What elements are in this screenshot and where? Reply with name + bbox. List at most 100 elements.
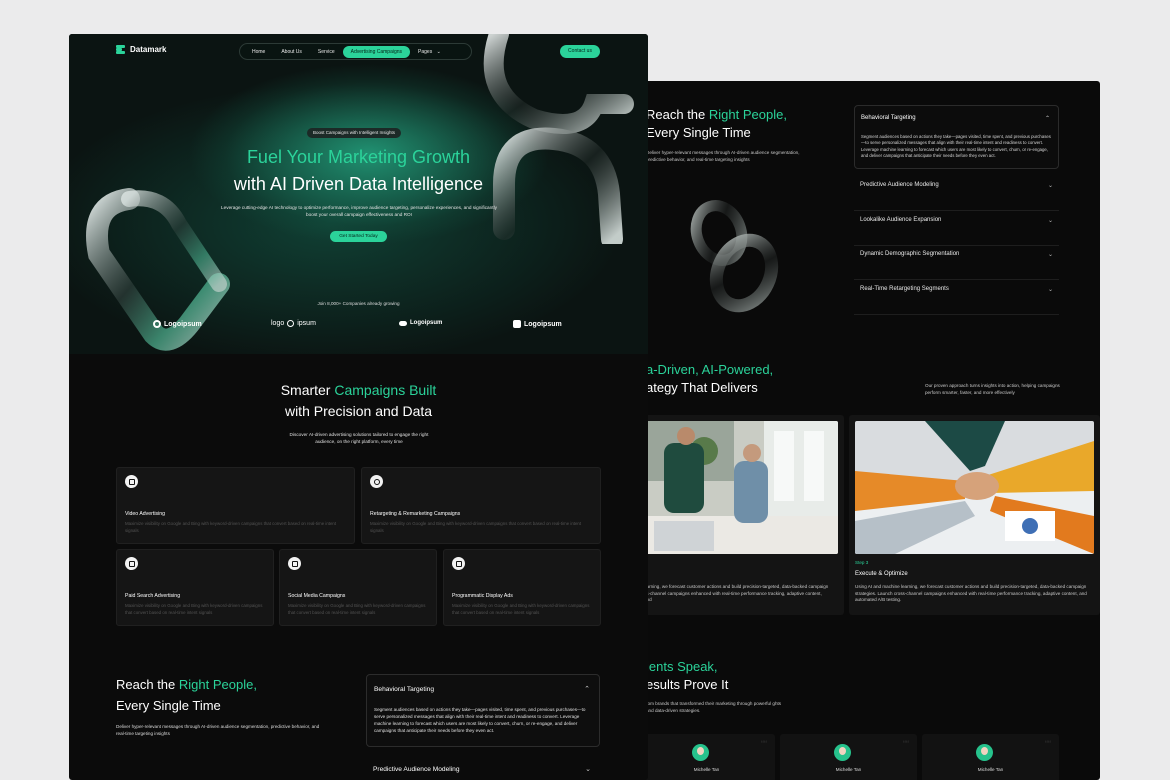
reviewer-name: Michelle Tan (693, 767, 720, 772)
avatar (834, 744, 851, 761)
quote-icon: ““ (1045, 739, 1051, 749)
service-card-programmatic[interactable]: Programmatic Display Ads Maximize visibi… (443, 549, 601, 626)
accordion-item[interactable]: Lookalike Audience Expansion ⌄ (854, 212, 1059, 246)
partner-logo: logo ipsum (271, 320, 316, 327)
chevron-up-icon: ⌃ (584, 686, 590, 693)
service-card-desc: Maximize visibility on Google and Bing w… (452, 603, 590, 615)
review-card: ““ Michelle Tan (780, 734, 917, 780)
logo-ipsum-icon (287, 320, 295, 327)
review-card: ““ Michelle Tan (922, 734, 1059, 780)
quote-icon: ““ (903, 739, 909, 749)
services-description: Discover AI-driven advertising solutions… (289, 432, 429, 444)
reach-title-line2: Every Single Time (646, 125, 751, 140)
partner-logo-text: ipsum (297, 320, 316, 327)
chevron-down-icon: ⌄ (1047, 252, 1053, 258)
partner-logo-text: Logoipsum (524, 320, 562, 328)
brand-logo[interactable]: Datamark (116, 45, 166, 54)
service-card-desc: Maximize visibility on Google and Bing w… (370, 521, 582, 533)
front-accordion-behavioral-targeting[interactable]: Behavioral Targeting ⌃ Segment audiences… (366, 674, 600, 747)
service-card-title: Programmatic Display Ads (452, 593, 513, 599)
datamark-logo-icon (116, 45, 125, 54)
services-title-white: Smarter (280, 382, 335, 398)
accordion-body: Segment audiences based on actions they … (861, 134, 1051, 158)
accordion-item[interactable]: Dynamic Demographic Segmentation ⌄ (854, 246, 1059, 280)
accordion-body: Segment audiences based on actions they … (374, 707, 586, 733)
accordion-title: Behavioral Targeting (861, 115, 916, 121)
video-icon (125, 475, 138, 488)
service-card-title: Video Advertising (125, 511, 165, 517)
reach-title-white: Reach the (646, 107, 709, 122)
accordion-item[interactable]: Predictive Audience Modeling ⌄ (854, 177, 1059, 211)
logoipsum-icon (153, 320, 161, 328)
service-card-title: Retargeting & Remarketing Campaigns (370, 511, 461, 517)
service-card-video[interactable]: Video Advertising Maximize visibility on… (116, 467, 355, 544)
accordion-item-label: Predictive Audience Modeling (860, 182, 939, 188)
main-page-preview: Datamark Home About Us Service Advertisi… (69, 34, 648, 780)
accordion-item-label: Real-Time Retargeting Segments (860, 286, 949, 292)
step-card: Step 3 Execute & Optimize Using AI and m… (849, 415, 1100, 615)
reach-title: Reach the Right People, (646, 106, 787, 124)
services-title: Smarter Campaigns Built (69, 380, 648, 400)
nav-pages[interactable]: Pages ⌄ (410, 46, 449, 58)
reviewer-name: Michelle Tan (835, 767, 862, 772)
glass-ring-graphic (690, 200, 779, 313)
display-icon (452, 557, 465, 570)
chevron-down-icon: ⌄ (585, 766, 591, 773)
accordion-behavioral-targeting[interactable]: Behavioral Targeting ⌃ Segment audiences… (854, 105, 1059, 169)
nav-advertising-campaigns[interactable]: Advertising Campaigns (342, 45, 411, 58)
partner-logo: Logoipsum (153, 320, 202, 328)
contact-us-button[interactable]: Contact us (560, 45, 600, 58)
avatar (692, 744, 709, 761)
chevron-up-icon: ⌃ (1044, 116, 1050, 122)
service-card-title: Social Media Campaigns (288, 593, 346, 599)
partner-logo: Logoipsum (513, 320, 562, 328)
brand-name: Datamark (130, 45, 167, 54)
join-text: Join 8,000+ Companies already growing (317, 301, 400, 306)
partner-logo-text: Logoipsum (410, 320, 443, 326)
main-nav: Home About Us Service Advertising Campai… (239, 43, 472, 60)
step-label: Step 3 (855, 560, 869, 565)
social-icon (288, 557, 301, 570)
logoipsum-icon (399, 320, 407, 326)
hero-section: Datamark Home About Us Service Advertisi… (69, 34, 648, 354)
service-card-title: Paid Search Advertising (125, 593, 181, 599)
hero-pill: Boost Campaigns with Intelligent Insight… (307, 128, 402, 138)
accordion-item-label: Predictive Audience Modeling (373, 766, 460, 773)
reach-description: Deliver hyper-relevant messages through … (646, 150, 800, 162)
partner-logo: Logoipsum (399, 320, 442, 326)
service-card-paid-search[interactable]: Paid Search Advertising Maximize visibil… (116, 549, 274, 626)
strategy-title-accent: a-Driven, AI-Powered, (646, 362, 774, 377)
strategy-title-line2: ategy That Delivers (646, 380, 758, 395)
reach-title-white: Reach the (116, 677, 179, 692)
strategy-side-text: Our proven approach turns insights into … (925, 383, 1060, 395)
hero-title-line2: with AI Driven Data Intelligence (233, 174, 484, 194)
reviewer-name: Michelle Tan (977, 767, 1004, 772)
search-ad-icon (125, 557, 138, 570)
accordion-item-label: Lookalike Audience Expansion (860, 217, 942, 223)
nav-pages-label: Pages (418, 48, 433, 55)
chevron-down-icon: ⌄ (1047, 218, 1053, 224)
quote-icon: ““ (761, 739, 767, 749)
nav-service[interactable]: Service (310, 46, 343, 58)
services-title-accent: Campaigns Built (334, 382, 437, 398)
service-card-retargeting[interactable]: Retargeting & Remarketing Campaigns Maxi… (361, 467, 601, 544)
accordion-item[interactable]: Real-Time Retargeting Segments ⌄ (854, 281, 1059, 315)
hero-title-line1: Fuel Your Marketing Growth (246, 147, 471, 167)
front-reach-description: Deliver hyper-relevant messages through … (116, 724, 320, 736)
get-started-button[interactable]: Get Started Today (330, 231, 387, 242)
team-hands-photo (855, 421, 1094, 554)
testimonials-title-line2: esults Prove It (646, 677, 729, 692)
front-accordion-predictive[interactable]: Predictive Audience Modeling ⌄ (366, 760, 600, 780)
partner-logo-text: Logoipsum (164, 320, 202, 328)
services-title-line2: with Precision and Data (284, 403, 433, 419)
chevron-down-icon: ⌄ (1047, 183, 1053, 189)
front-reach-title-line2: Every Single Time (116, 698, 221, 713)
team-meeting-photo (644, 421, 838, 554)
chevron-down-icon: ⌄ (436, 48, 441, 55)
chevron-down-icon: ⌄ (1047, 287, 1053, 293)
nav-home[interactable]: Home (244, 46, 273, 58)
service-card-desc: Maximize visibility on Google and Bing w… (125, 521, 337, 533)
target-icon (370, 475, 383, 488)
nav-about-us[interactable]: About Us (273, 46, 310, 58)
service-card-social[interactable]: Social Media Campaigns Maximize visibili… (279, 549, 437, 626)
